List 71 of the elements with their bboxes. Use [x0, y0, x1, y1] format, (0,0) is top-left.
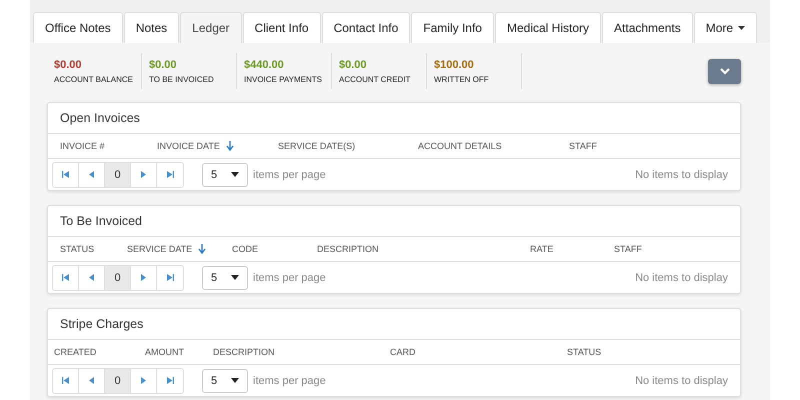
- previous-page-icon: [89, 171, 94, 178]
- tab[interactable]: Medical History: [494, 12, 602, 43]
- column-header[interactable]: INVOICE DATE: [157, 141, 220, 151]
- metric-value: $0.00: [54, 58, 83, 70]
- metric-value: $100.00: [434, 58, 475, 70]
- more-tab[interactable]: More: [694, 12, 758, 43]
- current-page-button[interactable]: 0: [105, 368, 131, 392]
- expand-button[interactable]: [708, 58, 741, 84]
- caret-icon: [231, 172, 239, 177]
- metric-label: TO BE INVOICED: [149, 74, 215, 84]
- panel-title: Stripe Charges: [48, 309, 740, 340]
- caret-icon: [738, 26, 746, 30]
- previous-page-icon: [89, 274, 94, 281]
- chevron-down-icon: [720, 68, 730, 74]
- current-page-button[interactable]: 0: [105, 162, 131, 186]
- column-header[interactable]: CREATED: [54, 347, 96, 357]
- next-page-icon: [141, 171, 146, 178]
- empty-message: No items to display: [635, 168, 728, 180]
- tab[interactable]: Ledger: [180, 12, 242, 43]
- tab[interactable]: Attachments: [602, 12, 693, 43]
- metric-label: INVOICE PAYMENTS: [244, 74, 322, 84]
- page-size-dropdown[interactable]: 5: [202, 162, 248, 186]
- column-header[interactable]: INVOICE #: [60, 141, 105, 151]
- tab[interactable]: Client Info: [242, 12, 321, 43]
- last-page-icon: [166, 171, 174, 178]
- metric-value: $0.00: [149, 58, 178, 70]
- first-page-icon: [62, 171, 69, 178]
- column-header[interactable]: CODE: [232, 244, 258, 254]
- column-header[interactable]: DESCRIPTION: [317, 244, 379, 254]
- column-header[interactable]: STAFF: [569, 141, 597, 151]
- panel-title: Open Invoices: [48, 103, 740, 134]
- next-page-icon: [141, 274, 146, 281]
- items-per-page-label: items per page: [253, 374, 326, 386]
- current-page-button[interactable]: 0: [105, 266, 131, 290]
- panel-title: To Be Invoiced: [48, 206, 740, 237]
- last-page-icon: [166, 274, 174, 281]
- caret-icon: [231, 378, 239, 383]
- column-header[interactable]: ACCOUNT DETAILS: [418, 141, 502, 151]
- metric-label: ACCOUNT CREDIT: [339, 74, 412, 84]
- column-header[interactable]: CARD: [390, 347, 416, 357]
- column-header[interactable]: STATUS: [60, 244, 94, 254]
- first-page-icon: [62, 377, 69, 384]
- first-page-icon: [62, 274, 69, 281]
- column-header[interactable]: SERVICE DATE: [127, 244, 192, 254]
- tab[interactable]: Notes: [124, 12, 180, 43]
- empty-message: No items to display: [635, 272, 728, 284]
- last-page-icon: [166, 377, 174, 384]
- column-header[interactable]: DESCRIPTION: [213, 347, 275, 357]
- first-page-button[interactable]: [53, 266, 79, 290]
- page-size-dropdown[interactable]: 5: [202, 368, 248, 392]
- tab[interactable]: Contact Info: [322, 12, 410, 43]
- previous-page-icon: [89, 377, 94, 384]
- column-header[interactable]: STAFF: [614, 244, 642, 254]
- column-header[interactable]: RATE: [530, 244, 554, 254]
- page-size-dropdown[interactable]: 5: [202, 266, 248, 290]
- items-per-page-label: items per page: [253, 272, 326, 284]
- next-page-icon: [141, 377, 146, 384]
- first-page-button[interactable]: [53, 368, 79, 392]
- metric-label: WRITTEN OFF: [434, 74, 490, 84]
- column-header[interactable]: AMOUNT: [145, 347, 184, 357]
- metric-value: $440.00: [244, 58, 285, 70]
- first-page-button[interactable]: [53, 162, 79, 186]
- tab[interactable]: Office Notes: [33, 12, 123, 43]
- column-header[interactable]: STATUS: [567, 347, 602, 357]
- column-header[interactable]: SERVICE DATE(S): [278, 141, 356, 151]
- empty-message: No items to display: [635, 374, 728, 386]
- tab[interactable]: Family Info: [411, 12, 494, 43]
- caret-icon: [231, 275, 239, 280]
- items-per-page-label: items per page: [253, 168, 326, 180]
- metric-value: $0.00: [339, 58, 368, 70]
- metric-label: ACCOUNT BALANCE: [54, 74, 132, 84]
